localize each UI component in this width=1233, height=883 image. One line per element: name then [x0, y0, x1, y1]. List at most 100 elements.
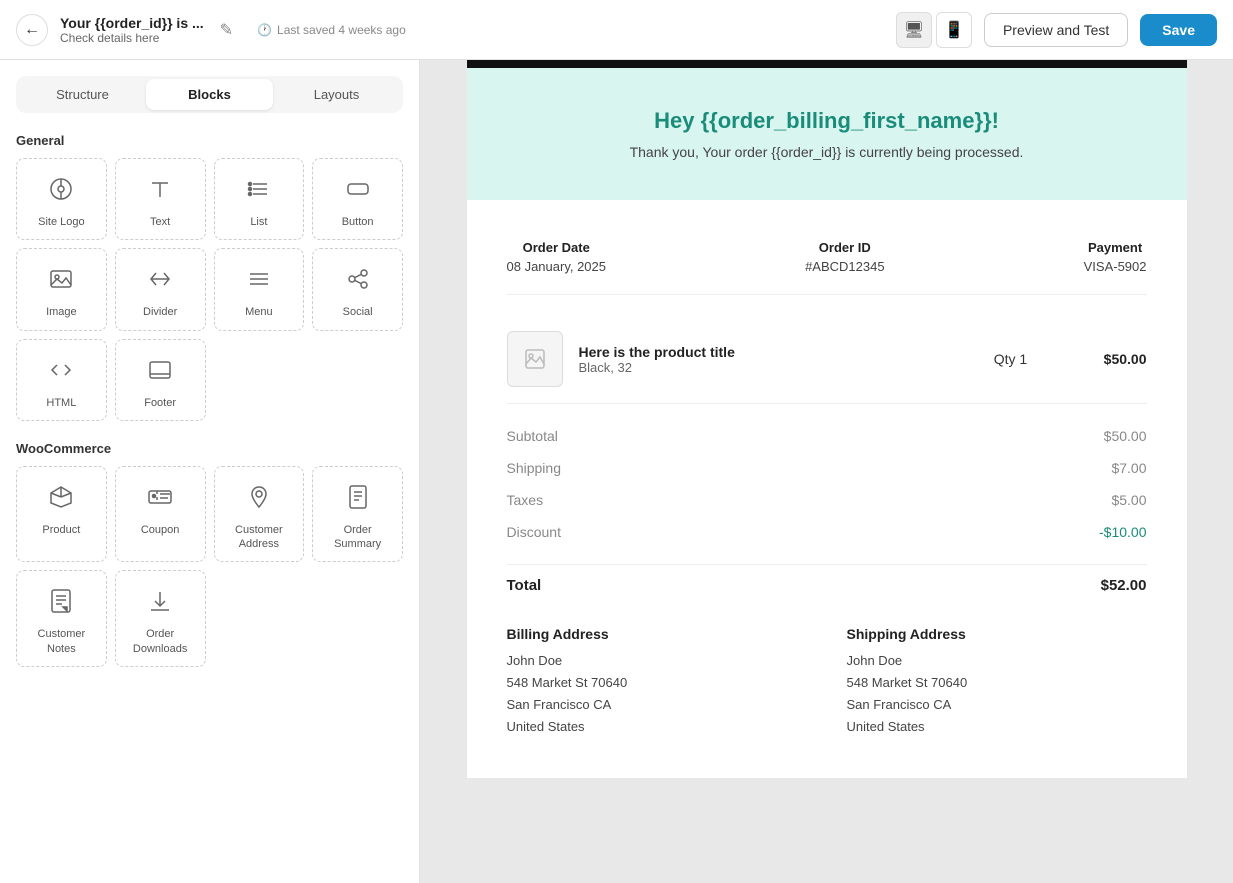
product-label: Product [42, 523, 80, 537]
email-top-bar [467, 60, 1187, 68]
shipping-country: United States [847, 716, 1147, 738]
desktop-icon: 🖥 [904, 20, 924, 40]
addresses: Billing Address John Doe 548 Market St 7… [507, 606, 1147, 758]
desktop-view-button[interactable]: 🖥 [896, 12, 932, 48]
block-menu[interactable]: Menu [214, 248, 305, 330]
summary-rows: Subtotal $50.00 Shipping $7.00 Taxes $5.… [507, 420, 1147, 548]
order-id-value: #ABCD12345 [805, 259, 885, 274]
subtotal-value: $50.00 [1104, 428, 1147, 444]
footer-label: Footer [144, 396, 176, 410]
block-list[interactable]: List [214, 158, 305, 240]
shipping-row: Shipping $7.00 [507, 452, 1147, 484]
html-label: HTML [46, 396, 76, 410]
social-icon [338, 259, 378, 299]
order-id-col: Order ID #ABCD12345 [805, 240, 885, 274]
product-variant: Black, 32 [579, 360, 955, 375]
text-icon [140, 169, 180, 209]
taxes-value: $5.00 [1111, 492, 1146, 508]
payment-value: VISA-5902 [1084, 259, 1147, 274]
hero-subtext: Thank you, Your order {{order_id}} is cu… [487, 144, 1167, 160]
tab-structure[interactable]: Structure [19, 79, 146, 110]
tab-blocks[interactable]: Blocks [146, 79, 273, 110]
divider-icon [140, 259, 180, 299]
block-customer-address[interactable]: Customer Address [214, 466, 305, 563]
block-order-summary[interactable]: Order Summary [312, 466, 403, 563]
shipping-label: Shipping [507, 460, 562, 476]
block-divider[interactable]: Divider [115, 248, 206, 330]
html-icon [41, 350, 81, 390]
total-row: Total $52.00 [507, 564, 1147, 606]
billing-country: United States [507, 716, 807, 738]
order-date-value: 08 January, 2025 [507, 259, 607, 274]
site-logo-label: Site Logo [38, 215, 84, 229]
coupon-icon [140, 477, 180, 517]
block-text[interactable]: Text [115, 158, 206, 240]
email-container: Hey {{order_billing_first_name}}! Thank … [467, 60, 1187, 778]
text-label: Text [150, 215, 170, 229]
billing-name: John Doe [507, 650, 807, 672]
shipping-street: 548 Market St 70640 [847, 672, 1147, 694]
block-product[interactable]: Product [16, 466, 107, 563]
block-order-downloads[interactable]: Order Downloads [115, 570, 206, 667]
image-icon [41, 259, 81, 299]
shipping-value: $7.00 [1111, 460, 1146, 476]
customer-notes-label: Customer Notes [23, 627, 100, 656]
customer-address-label: Customer Address [221, 523, 298, 552]
clock-icon: 🕐 [257, 23, 272, 37]
taxes-row: Taxes $5.00 [507, 484, 1147, 516]
product-price: $50.00 [1067, 351, 1147, 367]
shipping-name: John Doe [847, 650, 1147, 672]
menu-icon [239, 259, 279, 299]
discount-row: Discount -$10.00 [507, 516, 1147, 548]
last-saved: 🕐 Last saved 4 weeks ago [257, 23, 406, 37]
total-value: $52.00 [1101, 577, 1147, 594]
mobile-icon: 📱 [944, 20, 964, 40]
order-summary-icon [338, 477, 378, 517]
button-label: Button [342, 215, 374, 229]
coupon-label: Coupon [141, 523, 180, 537]
block-customer-notes[interactable]: Customer Notes [16, 570, 107, 667]
list-label: List [250, 215, 267, 229]
list-icon [239, 169, 279, 209]
billing-street: 548 Market St 70640 [507, 672, 807, 694]
preview-and-test-button[interactable]: Preview and Test [984, 13, 1128, 47]
payment-label: Payment [1084, 240, 1147, 255]
edit-title-button[interactable]: ✎ [216, 16, 237, 44]
back-button[interactable]: ← [16, 14, 48, 46]
total-label: Total [507, 577, 542, 594]
billing-address: Billing Address John Doe 548 Market St 7… [507, 626, 807, 738]
block-html[interactable]: HTML [16, 339, 107, 421]
tab-layouts[interactable]: Layouts [273, 79, 400, 110]
billing-city: San Francisco CA [507, 694, 807, 716]
product-info: Here is the product title Black, 32 [579, 344, 955, 375]
menu-label: Menu [245, 305, 273, 319]
order-date-label: Order Date [507, 240, 607, 255]
shipping-address: Shipping Address John Doe 548 Market St … [847, 626, 1147, 738]
order-summary-label: Order Summary [319, 523, 396, 552]
block-coupon[interactable]: Coupon [115, 466, 206, 563]
image-label: Image [46, 305, 77, 319]
customer-address-icon [239, 477, 279, 517]
general-blocks-grid: Site Logo Text [16, 158, 403, 421]
order-meta: Order Date 08 January, 2025 Order ID #AB… [507, 220, 1147, 295]
email-subtitle: Check details here [60, 31, 204, 45]
mobile-view-button[interactable]: 📱 [936, 12, 972, 48]
product-row: Here is the product title Black, 32 Qty … [507, 315, 1147, 404]
order-downloads-label: Order Downloads [122, 627, 199, 656]
block-image[interactable]: Image [16, 248, 107, 330]
footer-icon [140, 350, 180, 390]
hero-heading: Hey {{order_billing_first_name}}! [487, 108, 1167, 134]
discount-value: -$10.00 [1099, 524, 1146, 540]
product-title: Here is the product title [579, 344, 955, 360]
block-footer[interactable]: Footer [115, 339, 206, 421]
shipping-city: San Francisco CA [847, 694, 1147, 716]
main-layout: Structure Blocks Layouts General Site Lo… [0, 60, 1233, 883]
saved-text: Last saved 4 weeks ago [277, 23, 406, 37]
block-site-logo[interactable]: Site Logo [16, 158, 107, 240]
discount-label: Discount [507, 524, 561, 540]
divider-label: Divider [143, 305, 177, 319]
order-date-col: Order Date 08 January, 2025 [507, 240, 607, 274]
save-button[interactable]: Save [1140, 14, 1217, 46]
block-social[interactable]: Social [312, 248, 403, 330]
block-button[interactable]: Button [312, 158, 403, 240]
